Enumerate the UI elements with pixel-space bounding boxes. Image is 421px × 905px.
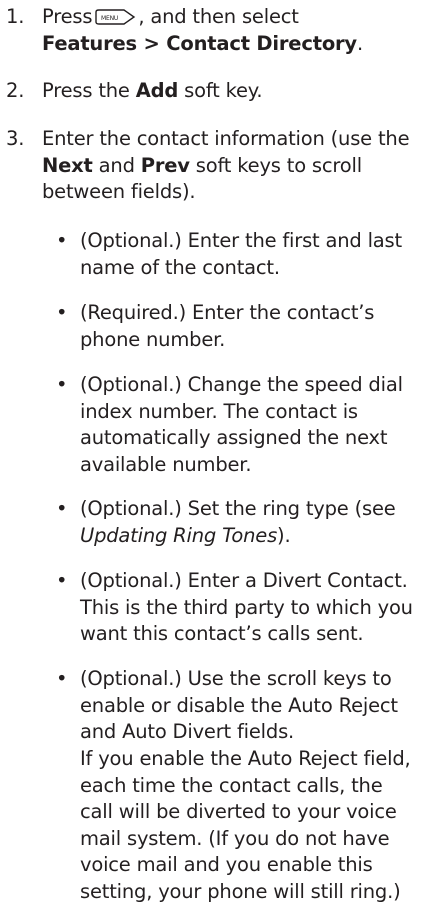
bullet-icon: • — [56, 373, 68, 396]
bullet-icon: • — [56, 229, 68, 252]
svg-text:MENU: MENU — [101, 15, 118, 22]
bullet-text: (Optional.) Enter the first and last nam… — [80, 229, 402, 279]
instruction-page: 1. Press MENU , and then select Features… — [0, 0, 421, 903]
bullet-text: (Optional.) Enter a Divert Contact. This… — [80, 569, 413, 645]
bullet-text: (Optional.) Change the speed dial index … — [80, 373, 403, 476]
bullet-text: (Required.) Enter the contact’s phone nu… — [80, 301, 375, 351]
step-text: Press the Add soft key. — [42, 79, 263, 102]
step-text: Enter the contact information (use the N… — [42, 127, 410, 203]
cross-reference-link[interactable]: Updating Ring Tones — [80, 524, 277, 547]
bullet-icon: • — [56, 497, 68, 520]
bullet-text: (Optional.) Set the ring type (see Updat… — [80, 497, 396, 547]
step-number: 1. — [6, 5, 25, 28]
bullet-icon: • — [56, 569, 68, 592]
note-paragraph: If you enable the Auto Reject field, eac… — [80, 747, 411, 903]
step-number: 2. — [6, 79, 25, 102]
menu-key-icon: MENU — [95, 9, 136, 25]
step-text: Press MENU , and then select Features > … — [42, 5, 363, 55]
bullet-text: (Optional.) Use the scroll keys to enabl… — [80, 667, 398, 743]
bullet-icon: • — [56, 301, 68, 324]
bullet-icon: • — [56, 667, 68, 690]
step-number: 3. — [6, 127, 25, 150]
